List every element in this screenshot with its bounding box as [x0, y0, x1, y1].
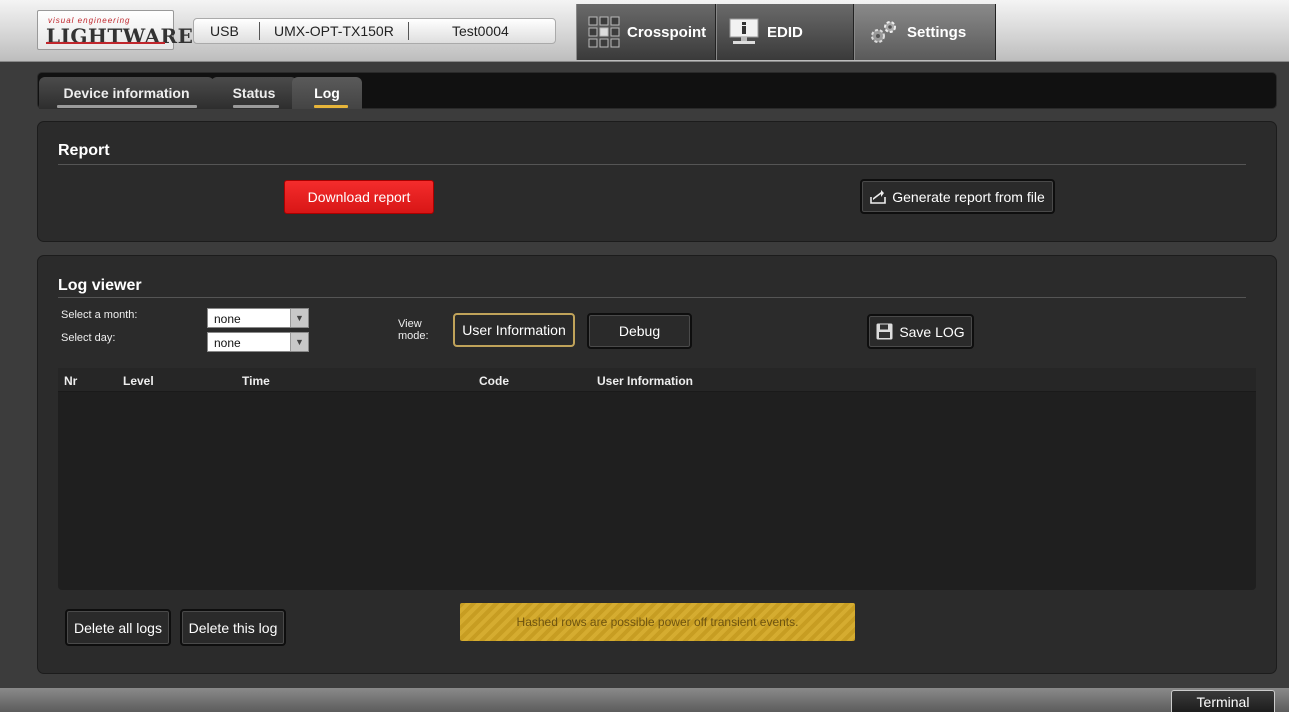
view-mode-label-line1: View — [398, 318, 422, 330]
terminal-button[interactable]: Terminal — [1171, 690, 1275, 712]
connection-separator — [259, 22, 260, 40]
logo-underline — [46, 42, 165, 44]
power-off-notice: Hashed rows are possible power off trans… — [460, 603, 855, 641]
tab-log[interactable]: Log — [292, 77, 362, 109]
logo-wordmark: LIGHTWARE — [46, 24, 194, 48]
tab-label: Device information — [63, 85, 190, 101]
nav-settings-label: Settings — [907, 23, 967, 41]
tab-status[interactable]: Status — [211, 77, 297, 109]
month-select[interactable]: none ▼ — [207, 308, 309, 328]
chevron-down-icon: ▼ — [290, 333, 308, 351]
top-header: visual engineering LIGHTWARE USB UMX-OPT… — [0, 0, 1289, 62]
nav-edid-button[interactable]: EDID — [716, 4, 854, 60]
report-panel: Report Download report Generate report f… — [37, 121, 1277, 242]
column-header-level: Level — [123, 374, 154, 388]
bottom-bar: Terminal — [0, 688, 1289, 712]
nav-crosspoint-button[interactable]: Crosspoint — [576, 4, 716, 60]
settings-tabs-bar: Device information Status Log — [37, 72, 1277, 109]
log-table: Nr Level Time Code User Information — [58, 368, 1256, 590]
column-header-nr: Nr — [64, 374, 78, 388]
month-select-value: none — [214, 312, 241, 326]
connection-model: UMX-OPT-TX150R — [274, 23, 394, 39]
floppy-disk-icon — [876, 323, 893, 340]
tab-label: Status — [232, 85, 276, 101]
tab-device-information[interactable]: Device information — [39, 77, 214, 109]
crosspoint-grid-icon — [588, 16, 620, 48]
report-title: Report — [58, 142, 110, 159]
nav-edid-label: EDID — [767, 23, 803, 41]
connection-device-name: Test0004 — [452, 23, 509, 39]
select-month-label: Select a month: — [61, 309, 138, 321]
connection-port: USB — [210, 23, 239, 39]
tab-label: Log — [314, 85, 340, 101]
view-mode-label-line2: mode: — [398, 330, 429, 342]
generate-report-button[interactable]: Generate report from file — [860, 179, 1055, 214]
column-header-time: Time — [242, 374, 270, 388]
tab-underline — [57, 105, 197, 108]
column-header-user-information: User Information — [597, 374, 694, 388]
gears-icon — [871, 21, 896, 43]
tab-underline — [314, 105, 348, 108]
nav-settings-button[interactable]: Settings — [854, 4, 996, 60]
generate-report-label: Generate report from file — [892, 188, 1045, 205]
view-debug-button[interactable]: Debug — [587, 313, 692, 349]
lightware-logo: visual engineering LIGHTWARE — [37, 10, 193, 50]
log-viewer-title: Log viewer — [58, 277, 142, 294]
select-day-label: Select day: — [61, 332, 116, 344]
save-log-label: Save LOG — [899, 323, 965, 340]
view-user-information-button[interactable]: User Information — [453, 313, 575, 347]
column-header-code: Code — [479, 374, 509, 388]
edid-monitor-icon — [729, 18, 759, 44]
log-viewer-divider — [58, 297, 1246, 298]
nav-crosspoint-label: Crosspoint — [627, 23, 707, 41]
log-table-header: Nr Level Time Code User Information — [58, 368, 1256, 392]
connection-separator — [408, 22, 409, 40]
tab-underline — [233, 105, 279, 108]
save-log-button[interactable]: Save LOG — [867, 314, 974, 349]
log-viewer-panel: Log viewer Select a month: Select day: n… — [37, 255, 1277, 674]
report-divider — [58, 164, 1246, 165]
delete-all-logs-button[interactable]: Delete all logs — [65, 609, 171, 646]
chevron-down-icon: ▼ — [290, 309, 308, 327]
day-select[interactable]: none ▼ — [207, 332, 309, 352]
day-select-value: none — [214, 336, 241, 350]
download-report-button[interactable]: Download report — [284, 180, 434, 214]
delete-this-log-button[interactable]: Delete this log — [180, 609, 286, 646]
upload-folder-icon — [870, 189, 887, 204]
view-mode-label: View mode: — [398, 318, 429, 342]
connection-status-bar[interactable]: USB UMX-OPT-TX150R Test0004 — [193, 18, 556, 44]
